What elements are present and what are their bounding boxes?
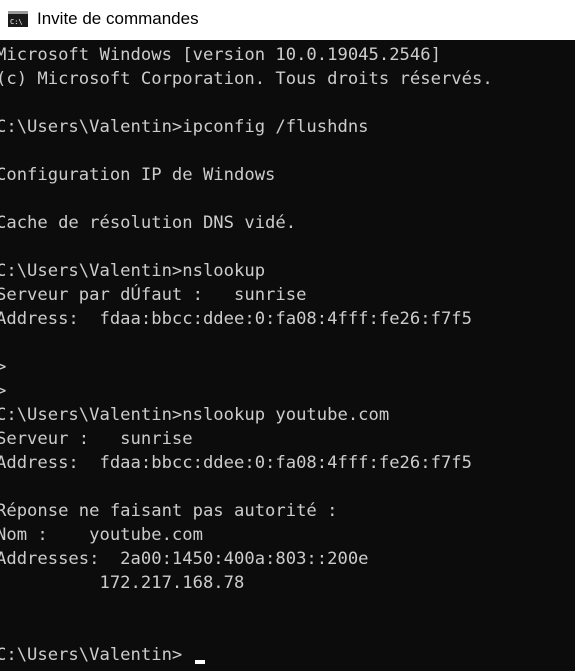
console-line: C:\Users\Valentin>nslookup youtube.com xyxy=(0,405,390,425)
title-bar[interactable]: C:\ Invite de commandes xyxy=(0,0,575,40)
cmd-icon-label: C:\ xyxy=(10,18,23,26)
console-line: > xyxy=(0,381,7,401)
console-line: > xyxy=(0,357,7,377)
window-title: Invite de commandes xyxy=(37,9,199,28)
console-line: Cache de résolution DNS vidé. xyxy=(0,213,297,233)
console-line: Microsoft Windows [version 10.0.19045.25… xyxy=(0,45,441,65)
console-line: Réponse ne faisant pas autorité : xyxy=(0,501,338,521)
console-line: Configuration IP de Windows xyxy=(0,165,276,185)
console-line: C:\Users\Valentin> xyxy=(0,645,183,665)
console-line: C:\Users\Valentin>ipconfig /flushdns xyxy=(0,117,369,137)
console-output[interactable]: Microsoft Windows [version 10.0.19045.25… xyxy=(0,40,575,671)
text-cursor xyxy=(195,660,205,664)
console-line: C:\Users\Valentin>nslookup xyxy=(0,261,266,281)
console-line: Nom : youtube.com xyxy=(0,525,203,545)
command-prompt-window: C:\ Invite de commandes Microsoft Window… xyxy=(0,0,575,671)
console-line: 172.217.168.78 xyxy=(0,573,245,593)
console-line: (c) Microsoft Corporation. Tous droits r… xyxy=(0,69,493,89)
console-line: Address: fdaa:bbcc:ddee:0:fa08:4fff:fe26… xyxy=(0,453,472,473)
console-line: Addresses: 2a00:1450:400a:803::200e xyxy=(0,549,369,569)
cmd-icon: C:\ xyxy=(8,11,28,27)
console-line: Serveur : sunrise xyxy=(0,429,193,449)
console-line: Address: fdaa:bbcc:ddee:0:fa08:4fff:fe26… xyxy=(0,309,472,329)
console-line: Serveur par dÚfaut : sunrise xyxy=(0,285,307,305)
